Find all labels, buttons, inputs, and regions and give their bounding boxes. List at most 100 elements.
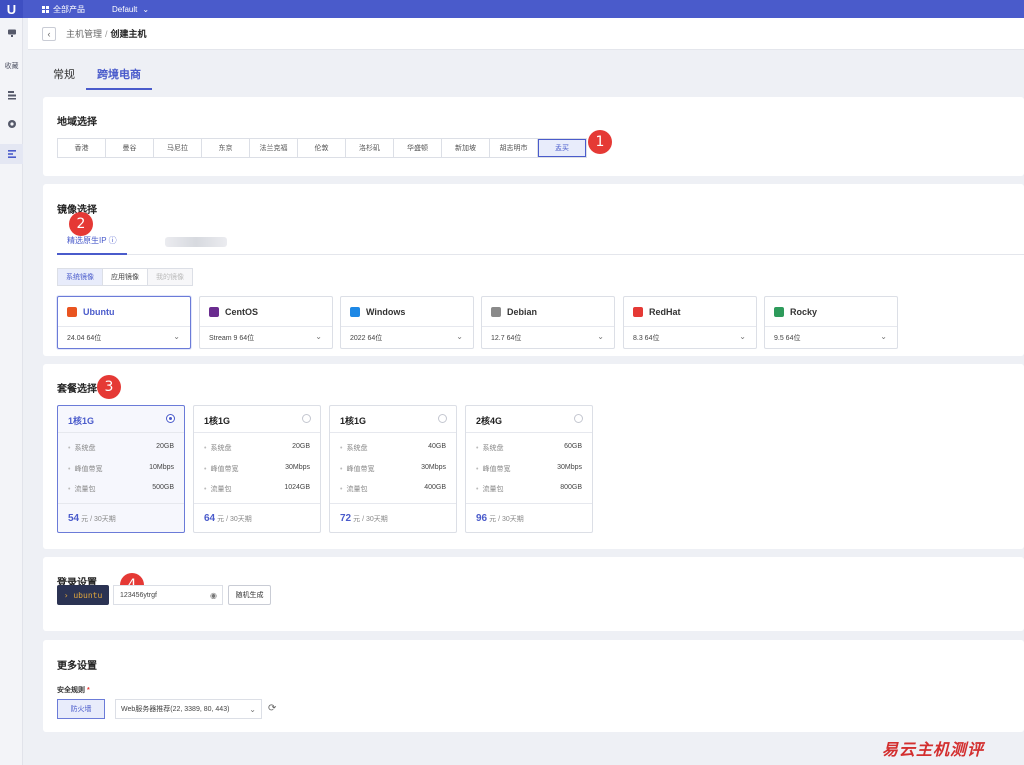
plan-card[interactable]: 1核1G 系统盘 20GB 峰值带宽 10Mbps 流量包 500GB 54元 / 30天期 — [57, 405, 185, 533]
spec-value: 20GB — [156, 443, 174, 450]
os-card-ubuntu[interactable]: Ubuntu 24.04 64位 ⌄ — [57, 296, 191, 349]
security-rule-select[interactable]: Web服务器推荐(22, 3389, 80, 443) ⌄ — [115, 699, 262, 719]
region-option[interactable]: 洛杉矶 — [346, 139, 394, 157]
region-option[interactable]: 马尼拉 — [154, 139, 202, 157]
image-subtabs: 精选原生IP ⓘ — [57, 231, 1024, 255]
plan-price: 64 元 / 30天期 — [204, 513, 252, 524]
price-unit: 元 / 30天期 — [217, 516, 252, 523]
spec-label: 流量包 — [340, 484, 367, 494]
spec-row: 峰值带宽 30Mbps — [340, 464, 446, 474]
spec-label: 系统盘 — [68, 443, 95, 453]
divider — [58, 503, 184, 504]
region-option[interactable]: 新加坡 — [442, 139, 490, 157]
step-badge-2: 2 — [69, 212, 93, 236]
breadcrumb: ‹ 主机管理 / 创建主机 — [28, 18, 1024, 50]
divider — [624, 326, 756, 327]
eye-icon[interactable]: ◉ — [210, 591, 217, 600]
plan-radio[interactable] — [302, 414, 311, 423]
image-type-app[interactable]: 应用镜像 — [103, 269, 148, 285]
os-version[interactable]: 12.7 64位 — [491, 333, 521, 343]
subtab-native-ip[interactable]: 精选原生IP ⓘ — [57, 231, 127, 255]
divider — [330, 503, 456, 504]
os-version[interactable]: 24.04 64位 — [67, 333, 101, 343]
region-option[interactable]: 孟买 — [538, 139, 586, 157]
chevron-down-icon[interactable]: ⌄ — [597, 332, 604, 341]
refresh-icon[interactable]: ⟳ — [268, 703, 276, 714]
spec-label: 系统盘 — [204, 443, 231, 453]
spec-label: 流量包 — [476, 484, 503, 494]
brand-logo[interactable]: U — [0, 0, 23, 18]
region-option[interactable]: 曼谷 — [106, 139, 154, 157]
security-rule-value: Web服务器推荐(22, 3389, 80, 443) — [121, 706, 230, 713]
chevron-down-icon[interactable]: ⌄ — [739, 332, 746, 341]
region-option[interactable]: 华盛顿 — [394, 139, 442, 157]
spec-value: 30Mbps — [285, 464, 310, 471]
tab-cross-border[interactable]: 跨境电商 — [86, 64, 152, 90]
breadcrumb-parent[interactable]: 主机管理 — [66, 27, 102, 40]
os-version[interactable]: 2022 64位 — [350, 333, 382, 343]
breadcrumb-current: 创建主机 — [110, 29, 147, 39]
os-name: Ubuntu — [83, 307, 115, 317]
top-bar: U 全部产品 Default ⌄ — [0, 0, 1024, 18]
region-option[interactable]: 香港 — [58, 139, 106, 157]
os-header: Debian — [491, 305, 537, 319]
host-manage-icon[interactable] — [0, 144, 23, 164]
plan-radio[interactable] — [574, 414, 583, 423]
os-header: Rocky — [774, 305, 817, 319]
globe-icon[interactable] — [0, 117, 23, 131]
sidebar-favorites[interactable]: 收藏 — [0, 60, 23, 72]
tab-general[interactable]: 常规 — [42, 64, 86, 90]
project-label: Default — [112, 4, 138, 14]
os-name: Rocky — [790, 307, 818, 317]
os-card-rocky[interactable]: Rocky 9.5 64位 ⌄ — [764, 296, 898, 349]
spec-label: 流量包 — [204, 484, 231, 494]
image-type-options: 系统镜像 应用镜像 我的镜像 — [57, 268, 193, 286]
plan-card[interactable]: 2核4G 系统盘 60GB 峰值带宽 30Mbps 流量包 800GB 96元 / 30天期 — [465, 405, 593, 533]
os-card-redhat[interactable]: RedHat 8.3 64位 ⌄ — [623, 296, 757, 349]
region-option[interactable]: 伦敦 — [298, 139, 346, 157]
monitor-icon[interactable] — [0, 26, 23, 40]
os-header: CentOS — [209, 305, 258, 319]
os-card-debian[interactable]: Debian 12.7 64位 ⌄ — [481, 296, 615, 349]
price-value: 72 — [340, 513, 352, 524]
plan-card[interactable]: 1核1G 系统盘 40GB 峰值带宽 30Mbps 流量包 400GB 72元 / 30天期 — [329, 405, 457, 533]
region-option[interactable]: 法兰克福 — [250, 139, 298, 157]
server-list-icon[interactable] — [0, 88, 23, 102]
chevron-down-icon[interactable]: ⌄ — [315, 332, 322, 341]
plan-name: 2核4G — [476, 416, 503, 426]
os-version[interactable]: 8.3 64位 — [633, 333, 659, 343]
generate-password-button[interactable]: 随机生成 — [228, 585, 271, 605]
plan-card[interactable]: 1核1G 系统盘 20GB 峰值带宽 30Mbps 流量包 1024GB 64元 / 30天期 — [193, 405, 321, 533]
more-settings-title: 更多设置 — [57, 661, 97, 672]
all-products-label: 全部产品 — [53, 4, 85, 14]
spec-label: 系统盘 — [340, 443, 367, 453]
os-card-windows[interactable]: Windows 2022 64位 ⌄ — [340, 296, 474, 349]
chevron-down-icon[interactable]: ⌄ — [456, 332, 463, 341]
plan-price: 96 元 / 30天期 — [476, 513, 524, 524]
plan-radio[interactable] — [438, 414, 447, 423]
spec-label: 峰值带宽 — [476, 464, 510, 474]
os-version[interactable]: Stream 9 64位 — [209, 333, 254, 343]
plan-radio[interactable] — [166, 414, 175, 423]
spec-row: 流量包 400GB — [340, 484, 446, 494]
spec-row: 系统盘 20GB — [68, 443, 174, 453]
spec-label: 峰值带宽 — [204, 464, 238, 474]
region-option[interactable]: 东京 — [202, 139, 250, 157]
spec-row: 系统盘 60GB — [476, 443, 582, 453]
divider — [194, 432, 320, 433]
all-products-menu[interactable]: 全部产品 — [42, 0, 85, 18]
back-button[interactable]: ‹ — [42, 26, 56, 41]
spec-value: 40GB — [428, 443, 446, 450]
image-type-system[interactable]: 系统镜像 — [58, 269, 103, 285]
project-selector[interactable]: Default ⌄ — [112, 0, 149, 18]
firewall-button[interactable]: 防火墙 — [57, 699, 105, 719]
region-option[interactable]: 胡志明市 — [490, 139, 538, 157]
password-field[interactable]: 123456ytrgf ◉ — [113, 585, 223, 605]
spec-label: 流量包 — [68, 484, 95, 494]
chevron-down-icon[interactable]: ⌄ — [173, 332, 180, 341]
spec-value: 10Mbps — [149, 464, 174, 471]
chevron-down-icon: ⌄ — [142, 4, 150, 14]
chevron-down-icon[interactable]: ⌄ — [880, 332, 887, 341]
os-version[interactable]: 9.5 64位 — [774, 333, 800, 343]
os-card-centos[interactable]: CentOS Stream 9 64位 ⌄ — [199, 296, 333, 349]
